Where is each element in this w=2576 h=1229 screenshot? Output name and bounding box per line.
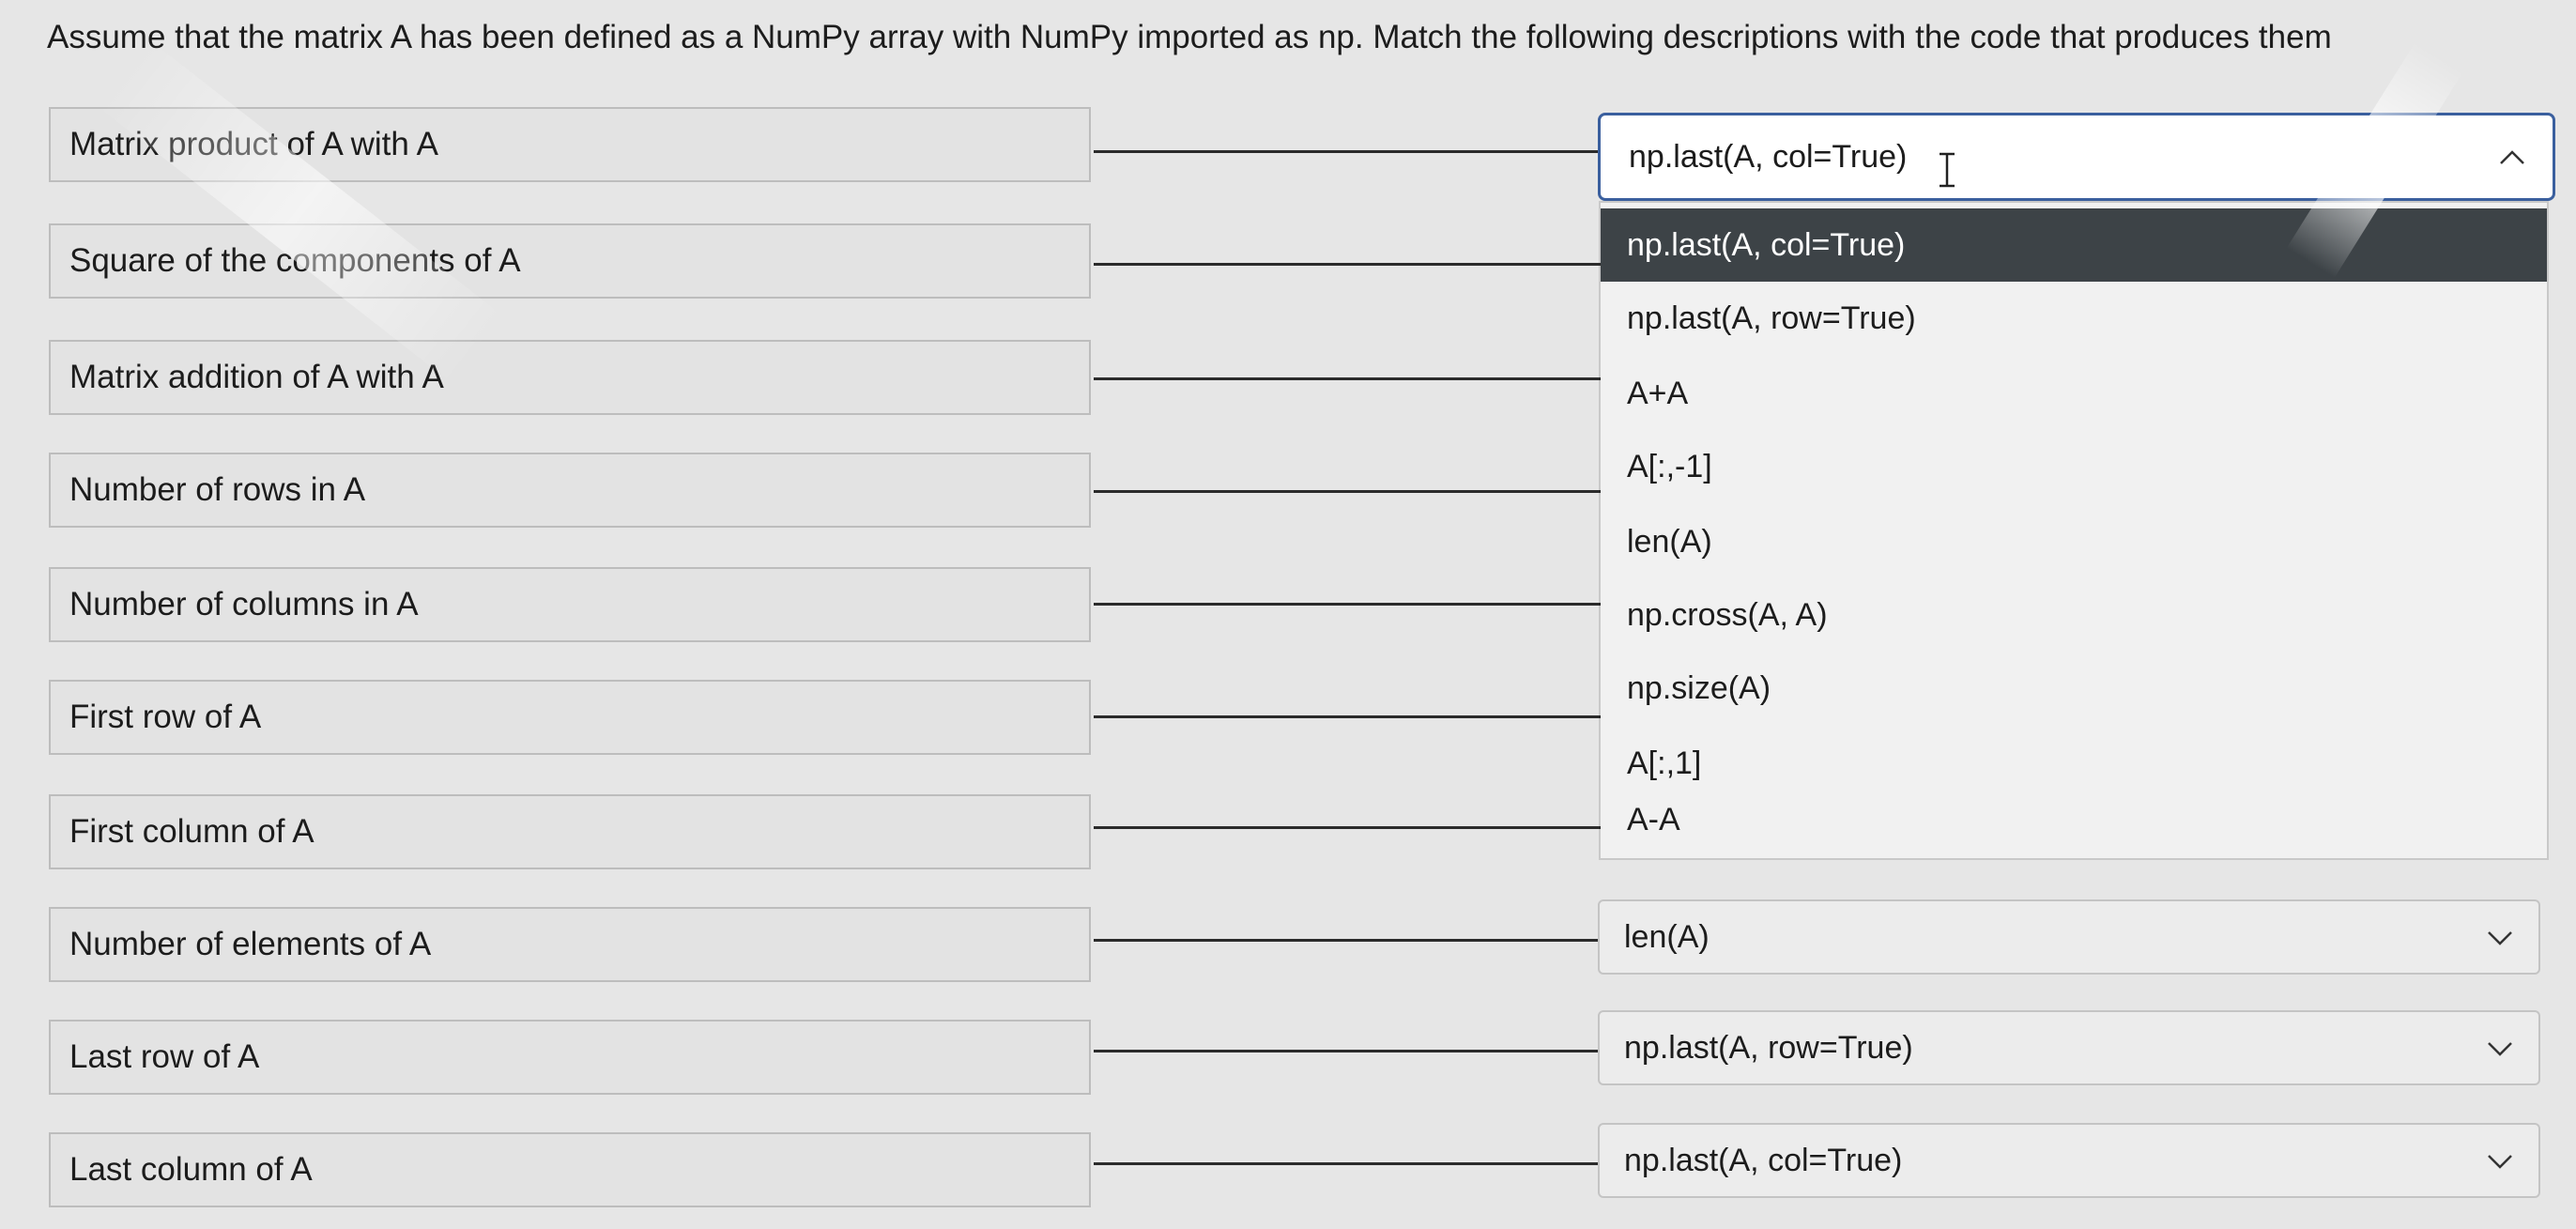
connector-line <box>1094 377 1601 380</box>
match-row: Number of elements of A len(A) <box>0 899 2576 986</box>
description-box: First row of A <box>49 680 1091 755</box>
connector-line <box>1094 1050 1601 1052</box>
select-value: len(A) <box>1624 918 1710 955</box>
match-row: Number of rows in A <box>0 453 2576 531</box>
match-row: Matrix addition of A with A <box>0 340 2576 419</box>
description-box: Number of rows in A <box>49 453 1091 528</box>
match-row: Last column of A np.last(A, col=True) <box>0 1123 2576 1211</box>
select-value: np.last(A, col=True) <box>1629 138 1908 175</box>
chevron-down-icon[interactable] <box>2484 922 2516 954</box>
connector-line <box>1094 263 1601 266</box>
answer-select[interactable]: np.last(A, col=True) <box>1598 1123 2540 1198</box>
description-box: Last row of A <box>49 1020 1091 1095</box>
match-row: Number of columns in A <box>0 567 2576 646</box>
select-value: np.last(A, row=True) <box>1624 1029 1913 1066</box>
connector-line <box>1094 826 1601 829</box>
description-box: Matrix product of A with A <box>49 107 1091 182</box>
answer-select[interactable]: np.last(A, row=True) <box>1598 1010 2540 1085</box>
match-row: Square of the components of A <box>0 223 2576 302</box>
text-cursor-icon <box>1940 152 1955 188</box>
description-box: Last column of A <box>49 1132 1091 1207</box>
chevron-down-icon[interactable] <box>2484 1145 2516 1177</box>
screen-glare <box>97 38 504 384</box>
match-row: First row of A <box>0 680 2576 759</box>
connector-line <box>1094 150 1601 153</box>
connector-line <box>1094 939 1601 942</box>
connector-line <box>1094 603 1601 606</box>
description-box: Number of elements of A <box>49 907 1091 982</box>
match-row: Last row of A np.last(A, row=True) <box>0 1010 2576 1098</box>
connector-line <box>1094 1162 1601 1165</box>
answer-select[interactable]: len(A) <box>1598 899 2540 975</box>
description-box: Square of the components of A <box>49 223 1091 299</box>
match-row: First column of A <box>0 794 2576 873</box>
select-value: np.last(A, col=True) <box>1624 1142 1903 1178</box>
connector-line <box>1094 490 1601 493</box>
question-text: Assume that the matrix A has been define… <box>47 19 2332 55</box>
chevron-down-icon[interactable] <box>2484 1033 2516 1065</box>
description-box: Matrix addition of A with A <box>49 340 1091 415</box>
answer-select-open[interactable]: np.last(A, col=True) <box>1598 113 2555 201</box>
chevron-up-icon[interactable] <box>2496 142 2528 174</box>
connector-line <box>1094 715 1601 718</box>
description-box: First column of A <box>49 794 1091 869</box>
description-box: Number of columns in A <box>49 567 1091 642</box>
